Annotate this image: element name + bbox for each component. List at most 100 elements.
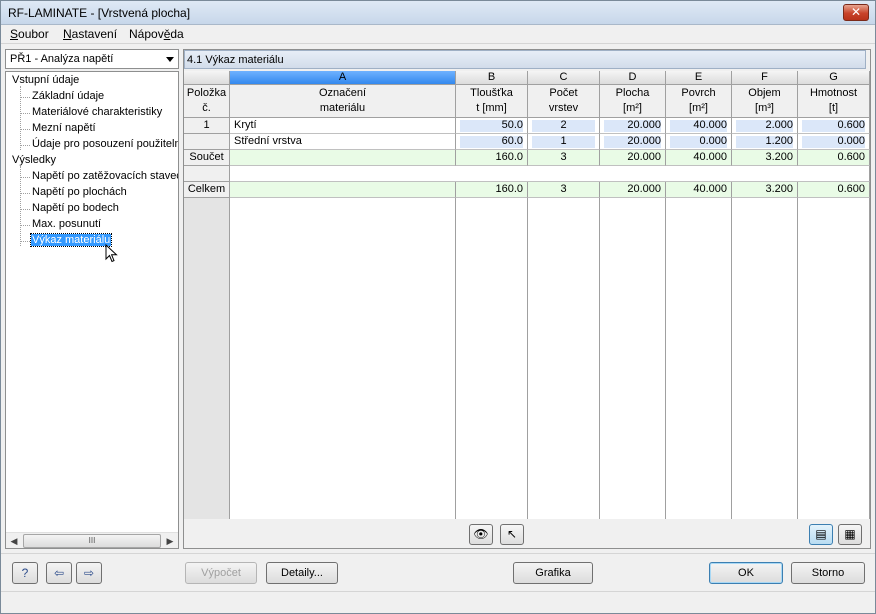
corner-cell (184, 71, 230, 85)
row-header-sum[interactable]: Součet (184, 150, 230, 166)
material-list-table: A B C D E F G Položka č. Označení materiál… (184, 71, 870, 519)
table-cell[interactable]: 20.000 (600, 150, 666, 166)
tree-item-material-properties[interactable]: Materiálové charakteristiky (32, 106, 162, 118)
load-case-select[interactable]: PŘ1 - Analýza napětí (5, 49, 179, 69)
tree-item-basic-data[interactable]: Základní údaje (32, 90, 104, 102)
row-header[interactable] (184, 166, 230, 182)
bottom-separator (1, 553, 875, 554)
row-header-total[interactable]: Celkem (184, 182, 230, 198)
tree-connector (20, 86, 21, 150)
cancel-button[interactable]: Storno (791, 562, 865, 584)
header-item-no: Položka č. (184, 85, 230, 118)
calculate-button[interactable]: Výpočet (185, 562, 257, 584)
results-panel: 4.1 Výkaz materiálu A B C D E F G Položk… (183, 49, 871, 549)
tree-item-stress-by-point[interactable]: Napětí po bodech (32, 202, 119, 214)
tree-connector (20, 166, 21, 246)
table-cell[interactable]: 40.000 (666, 118, 732, 134)
table-toolbar: 👁 ↖ ▤ ▦ (184, 520, 870, 548)
tree-item-limit-stress[interactable]: Mezní napětí (32, 122, 96, 134)
previous-icon[interactable]: ⇦ (46, 562, 72, 584)
close-button[interactable]: ✕ (843, 4, 869, 21)
table-cell[interactable]: Střední vrstva (230, 134, 456, 150)
eye-icon[interactable]: 👁 (469, 524, 493, 545)
col-letter-d[interactable]: D (600, 71, 666, 85)
tree-item-max-displacement[interactable]: Max. posunutí (32, 218, 101, 230)
tree-item-stress-by-load-case[interactable]: Napětí po zatěžovacích stavec (32, 170, 178, 182)
col-letter-a[interactable]: A (230, 71, 456, 85)
table-cell[interactable]: 40.000 (666, 150, 732, 166)
row-header[interactable]: 1 (184, 118, 230, 134)
row-header-fill (184, 198, 230, 519)
tree-item-material-list[interactable]: Výkaz materiálu (29, 233, 113, 247)
tree-node-input[interactable]: Vstupní údaje (12, 74, 79, 86)
menu-file[interactable]: Soubor (10, 27, 49, 41)
table-cell[interactable]: 3 (528, 182, 600, 198)
header-layer-count: Počet vrstev (528, 85, 600, 118)
table-cell[interactable] (230, 182, 456, 198)
table-cell[interactable]: 50.0 (456, 118, 528, 134)
title-bar: RF-LAMINATE - [Vrstvená plocha] ✕ (1, 1, 875, 25)
table-cell[interactable]: 3 (528, 150, 600, 166)
navigator-tree: Vstupní údaje Základní údaje Materiálové… (5, 71, 179, 549)
menu-separator (1, 43, 875, 44)
header-material: Označení materiálu (230, 85, 456, 118)
pick-icon[interactable]: ↖ (500, 524, 524, 545)
scroll-left-icon[interactable]: ◀ (6, 533, 22, 548)
table-cell[interactable]: 20.000 (600, 134, 666, 150)
col-letter-g[interactable]: G (798, 71, 870, 85)
table-cell[interactable]: 0.600 (798, 150, 870, 166)
table-cell[interactable]: 3.200 (732, 182, 798, 198)
window-title: RF-LAMINATE - [Vrstvená plocha] (8, 6, 191, 20)
table-cell[interactable]: Krytí (230, 118, 456, 134)
header-volume: Objem [m³] (732, 85, 798, 118)
tree-horizontal-scrollbar[interactable]: ◀ III ▶ (6, 532, 178, 548)
header-area: Plocha [m²] (600, 85, 666, 118)
table-cell[interactable]: 3.200 (732, 150, 798, 166)
scroll-right-icon[interactable]: ▶ (162, 533, 178, 548)
table-cell[interactable]: 160.0 (456, 150, 528, 166)
table-cell[interactable] (230, 150, 456, 166)
table-cell[interactable]: 160.0 (456, 182, 528, 198)
table-cell[interactable]: 60.0 (456, 134, 528, 150)
ok-button[interactable]: OK (709, 562, 783, 584)
table-cell[interactable]: 2 (528, 118, 600, 134)
details-button[interactable]: Detaily... (266, 562, 338, 584)
table-cell[interactable]: 0.600 (798, 182, 870, 198)
section-title: 4.1 Výkaz materiálu (184, 50, 866, 69)
table-cell[interactable]: 20.000 (600, 182, 666, 198)
menu-bar: Soubor Nastavení Nápověda (1, 25, 875, 43)
excel-export-icon[interactable]: ▦ (838, 524, 862, 545)
col-letter-f[interactable]: F (732, 71, 798, 85)
next-icon[interactable]: ⇨ (76, 562, 102, 584)
table-cell[interactable]: 1.200 (732, 134, 798, 150)
tree-item-stress-by-surface[interactable]: Napětí po plochách (32, 186, 127, 198)
table-cell[interactable]: 20.000 (600, 118, 666, 134)
table-cell[interactable]: 0.600 (798, 118, 870, 134)
scroll-thumb[interactable]: III (23, 534, 161, 548)
table-cell-empty (230, 166, 870, 182)
mouse-cursor-icon (105, 244, 118, 263)
col-letter-e[interactable]: E (666, 71, 732, 85)
table-cell[interactable]: 1 (528, 134, 600, 150)
app-window: RF-LAMINATE - [Vrstvená plocha] ✕ Soubor… (0, 0, 876, 614)
table-cell[interactable]: 0.000 (798, 134, 870, 150)
load-case-value: PŘ1 - Analýza napětí (10, 53, 114, 65)
table-cell[interactable]: 2.000 (732, 118, 798, 134)
status-bar (1, 591, 875, 613)
tree-node-results[interactable]: Výsledky (12, 154, 56, 166)
row-header[interactable] (184, 134, 230, 150)
tree-item-serviceability-data[interactable]: Údaje pro posouzení použitelnc (32, 138, 178, 150)
table-cell[interactable]: 0.000 (666, 134, 732, 150)
header-surface: Povrch [m²] (666, 85, 732, 118)
menu-help[interactable]: Nápověda (129, 27, 184, 41)
header-weight: Hmotnost [t] (798, 85, 870, 118)
graphics-button[interactable]: Grafika (513, 562, 593, 584)
table-cell[interactable]: 40.000 (666, 182, 732, 198)
filter-icon[interactable]: ▤ (809, 524, 833, 545)
col-letter-b[interactable]: B (456, 71, 528, 85)
menu-settings[interactable]: Nastavení (63, 27, 117, 41)
help-icon[interactable]: ? (12, 562, 38, 584)
chevron-down-icon (166, 57, 174, 62)
header-thickness: Tloušťka t [mm] (456, 85, 528, 118)
col-letter-c[interactable]: C (528, 71, 600, 85)
